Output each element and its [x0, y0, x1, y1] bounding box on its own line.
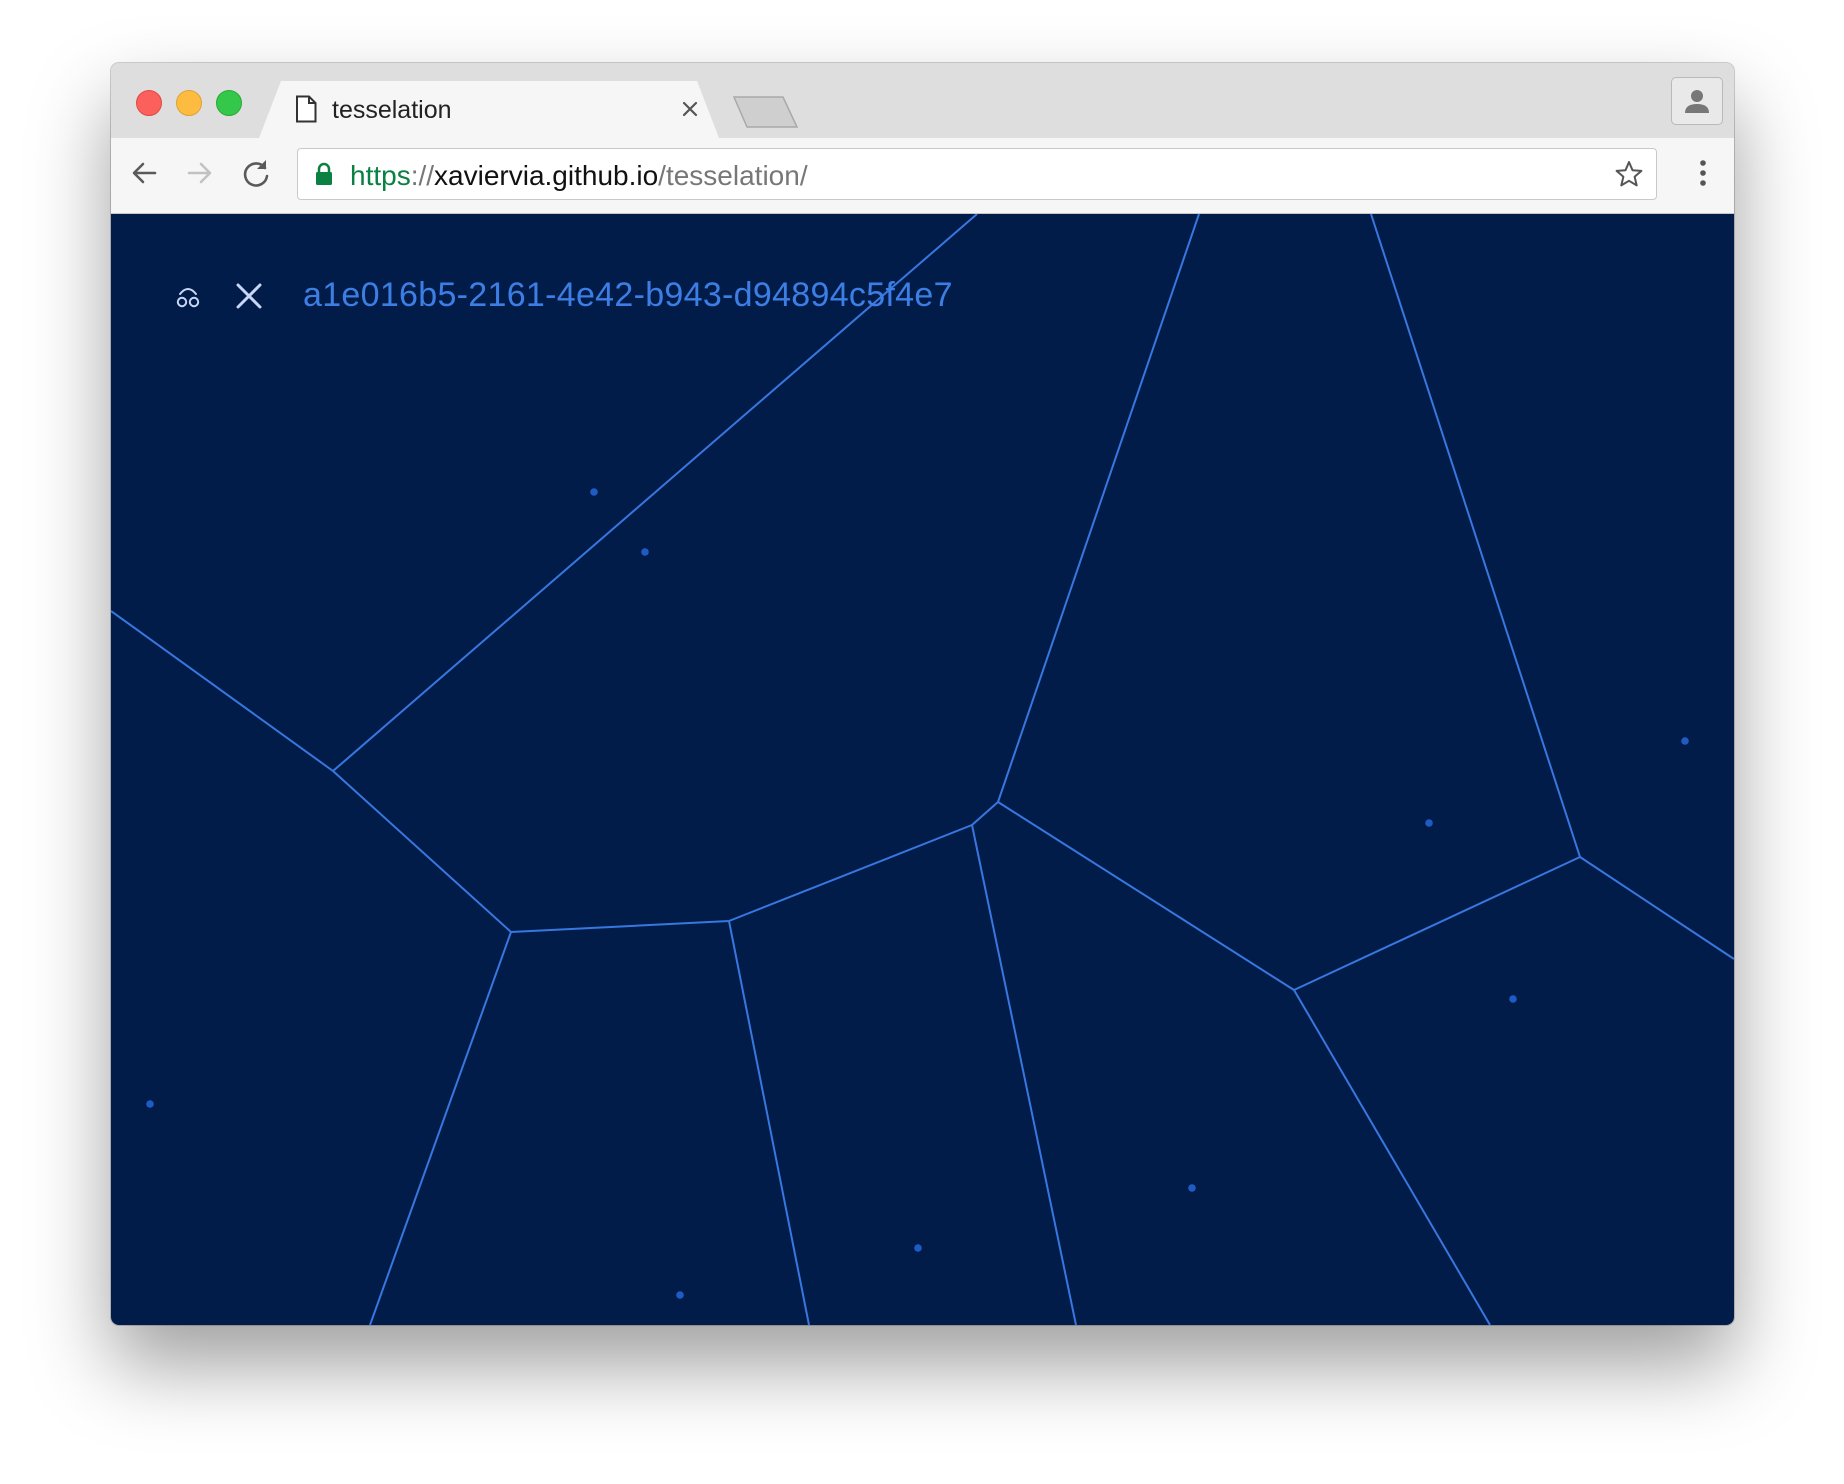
address-bar[interactable]: https://xaviervia.github.io/tesselation/	[297, 148, 1657, 200]
new-tab-button[interactable]	[733, 96, 799, 128]
voronoi-site	[590, 488, 598, 496]
window-close-button[interactable]	[136, 90, 162, 116]
tab-active[interactable]: tesselation	[259, 81, 719, 138]
tab-title: tesselation	[332, 96, 452, 124]
lock-icon	[316, 162, 332, 185]
url-path: /tesselation/	[658, 160, 808, 191]
voronoi-site	[676, 1291, 684, 1299]
url-text[interactable]: https://xaviervia.github.io/tesselation/	[350, 160, 808, 192]
url-host: xaviervia.github.io	[434, 160, 659, 191]
voronoi-edge	[1370, 214, 1581, 858]
page-icon	[296, 95, 317, 123]
profile-button[interactable]	[1671, 77, 1723, 125]
shuffle-icon[interactable]	[175, 284, 201, 310]
voronoi-site	[1188, 1184, 1196, 1192]
voronoi-edge	[369, 931, 512, 1325]
tesselation-canvas[interactable]: a1e016b5-2161-4e42-b943-d94894c5f4e7	[111, 214, 1734, 1325]
voronoi-site	[146, 1100, 154, 1108]
url-separator: ://	[410, 160, 435, 191]
voronoi-site	[914, 1244, 922, 1252]
url-scheme: https	[350, 160, 411, 191]
voronoi-edge	[1293, 989, 1491, 1325]
reload-icon[interactable]	[239, 156, 273, 190]
browser-window: tesselation https://xaviervia.github.io/…	[111, 63, 1734, 1325]
window-minimize-button[interactable]	[176, 90, 202, 116]
voronoi-site	[641, 548, 649, 556]
toolbar: https://xaviervia.github.io/tesselation/	[111, 138, 1734, 214]
voronoi-edge	[971, 824, 1077, 1325]
voronoi-edge	[728, 920, 810, 1325]
tab-close-icon[interactable]	[677, 96, 703, 122]
seed-id-text[interactable]: a1e016b5-2161-4e42-b943-d94894c5f4e7	[303, 276, 953, 315]
back-arrow-icon[interactable]	[127, 156, 161, 190]
voronoi-site	[1681, 737, 1689, 745]
voronoi-edge	[997, 214, 1200, 803]
title-bar: tesselation	[111, 63, 1734, 138]
voronoi-site	[1425, 819, 1433, 827]
forward-arrow-icon[interactable]	[183, 156, 217, 190]
voronoi-site	[1509, 995, 1517, 1003]
voronoi-diagram	[111, 214, 1734, 1325]
kebab-menu-icon[interactable]	[1686, 156, 1720, 190]
person-icon	[1685, 90, 1709, 113]
voronoi-edge	[111, 610, 1734, 991]
close-icon[interactable]	[233, 280, 265, 312]
window-maximize-button[interactable]	[216, 90, 242, 116]
bookmark-star-icon[interactable]	[1614, 159, 1644, 189]
